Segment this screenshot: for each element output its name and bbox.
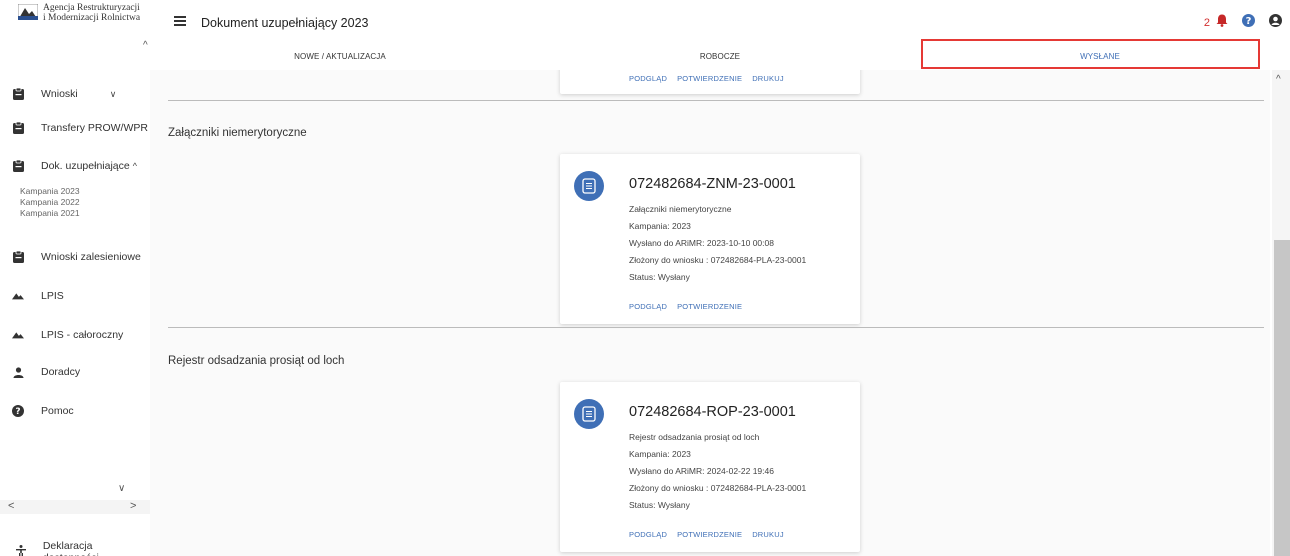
tab-robocze[interactable]: ROBOCZE: [530, 48, 910, 70]
sidebar-item-label: LPIS: [41, 290, 64, 302]
sidebar-sub-item-2021[interactable]: Kampania 2021: [20, 208, 80, 219]
sidebar-item-wnioski-zalesieniowe[interactable]: Wnioski zalesieniowe: [12, 251, 141, 263]
clipboard-icon: [12, 160, 24, 172]
clipboard-icon: [12, 251, 24, 263]
document-card: 072482684-ROP-23-0001 Rejestr odsadzania…: [560, 382, 860, 552]
sidebar-item-label: Wnioski: [41, 88, 78, 100]
sidebar-sub-items: Kampania 2023 Kampania 2022 Kampania 202…: [20, 186, 80, 219]
preview-link[interactable]: PODGLĄD: [629, 74, 667, 83]
sidebar-item-transfery[interactable]: Transfery PROW/WPR: [12, 122, 148, 134]
sidebar-item-label: Pomoc: [41, 405, 74, 417]
print-link[interactable]: DRUKUJ: [752, 530, 784, 539]
section-divider: [168, 100, 1264, 101]
sidebar-item-label: Transfery PROW/WPR: [41, 122, 148, 134]
sidebar-sub-item-2022[interactable]: Kampania 2022: [20, 197, 80, 208]
vertical-scrollbar[interactable]: ^: [1272, 70, 1290, 556]
card-actions: PODGLĄD POTWIERDZENIE DRUKUJ: [629, 74, 794, 83]
card-actions: PODGLĄD POTWIERDZENIE: [629, 302, 752, 311]
sidebar-item-label: LPIS - całoroczny: [41, 329, 124, 341]
card-actions: PODGLĄD POTWIERDZENIE DRUKUJ: [629, 530, 794, 539]
tab-nowe-aktualizacja[interactable]: NOWE / AKTUALIZACJA: [150, 48, 530, 70]
card-attached-to: Złożony do wniosku : 072482684-PLA-23-00…: [629, 483, 807, 493]
card-attached-to: Złożony do wniosku : 072482684-PLA-23-00…: [629, 255, 807, 265]
sidebar-item-label: Deklaracja dostępności: [42, 540, 99, 556]
card-sent-date: Wysłano do ARiMR: 2024-02-22 19:46: [629, 466, 774, 476]
card-campaign: Kampania: 2023: [629, 449, 691, 459]
sidebar-item-label: Wnioski zalesieniowe: [41, 251, 141, 263]
section-title: Załączniki niemerytoryczne: [168, 127, 307, 139]
section-title: Rejestr odsadzania prosiąt od loch: [168, 355, 345, 367]
logo-line-1: Agencja Restrukturyzacji: [43, 3, 140, 13]
sidebar-item-doradcy[interactable]: Doradcy: [12, 366, 80, 378]
logo[interactable]: Agencja Restrukturyzacji i Modernizacji …: [17, 3, 141, 23]
sidebar-item-wnioski[interactable]: Wnioski ∨: [12, 88, 116, 100]
bell-icon[interactable]: [1216, 14, 1228, 32]
sidebar-scroll-down-icon[interactable]: ∨: [118, 483, 125, 494]
confirmation-link[interactable]: POTWIERDZENIE: [677, 74, 742, 83]
sidebar-scroll-up-icon[interactable]: ^: [143, 40, 148, 51]
clipboard-icon: [12, 122, 24, 134]
confirmation-link[interactable]: POTWIERDZENIE: [677, 302, 742, 311]
scroll-right-icon[interactable]: >: [130, 500, 136, 512]
notification-count: 2: [1203, 17, 1210, 29]
help-icon: ?: [12, 405, 24, 417]
clipboard-icon: [12, 88, 24, 100]
accessibility-icon: [16, 544, 28, 556]
document-card: 072482684-ZNM-23-0001 Załączniki niemery…: [560, 154, 860, 324]
svg-text:?: ?: [1246, 16, 1252, 27]
scroll-left-icon[interactable]: <: [8, 500, 14, 512]
card-status: Status: Wysłany: [629, 500, 690, 510]
sidebar: Agencja Restrukturyzacji i Modernizacji …: [0, 0, 150, 556]
card-campaign: Kampania: 2023: [629, 221, 691, 231]
help-icon[interactable]: ?: [1242, 14, 1255, 32]
sidebar-sub-item-2023[interactable]: Kampania 2023: [20, 186, 80, 197]
sidebar-item-dok-uzupelniajace[interactable]: Dok. uzupełniające ^: [12, 160, 137, 172]
person-icon: [12, 366, 24, 378]
sidebar-item-pomoc[interactable]: ? Pomoc: [12, 405, 74, 417]
page-title: Dokument uzupełniający 2023: [201, 16, 369, 30]
document-icon: [574, 171, 604, 201]
sidebar-item-label: Doradcy: [41, 366, 81, 378]
card-sent-date: Wysłano do ARiMR: 2023-10-10 00:08: [629, 238, 774, 248]
logo-line-2: i Modernizacji Rolnictwa: [43, 13, 141, 23]
scrollbar-thumb[interactable]: [1274, 240, 1290, 556]
print-link[interactable]: DRUKUJ: [752, 74, 784, 83]
sidebar-item-deklaracja-dostepnosci[interactable]: Deklaracja dostępności: [16, 540, 150, 556]
tab-highlight-box: [921, 39, 1260, 69]
scroll-up-icon[interactable]: ^: [1276, 74, 1281, 85]
section-divider: [168, 327, 1264, 328]
document-card-partial: PODGLĄD POTWIERDZENIE DRUKUJ: [560, 70, 860, 94]
chevron-up-icon: ^: [132, 161, 137, 171]
sidebar-item-lpis-caloroczny[interactable]: LPIS - całoroczny: [12, 329, 123, 341]
document-icon: [574, 399, 604, 429]
landscape-icon: [12, 290, 24, 302]
sidebar-horizontal-scrollbar[interactable]: < >: [0, 500, 150, 514]
menu-icon[interactable]: [174, 16, 186, 26]
card-status: Status: Wysłany: [629, 272, 690, 282]
svg-text:?: ?: [15, 407, 20, 417]
arimr-logo-icon: [17, 3, 39, 21]
preview-link[interactable]: PODGLĄD: [629, 302, 667, 311]
card-type: Załączniki niemerytoryczne: [629, 204, 732, 214]
confirmation-link[interactable]: POTWIERDZENIE: [677, 530, 742, 539]
main-content: PODGLĄD POTWIERDZENIE DRUKUJ Załączniki ni…: [150, 70, 1270, 556]
preview-link[interactable]: PODGLĄD: [629, 530, 667, 539]
card-title: 072482684-ZNM-23-0001: [629, 176, 796, 192]
account-icon[interactable]: [1269, 14, 1282, 32]
sidebar-item-label: Dok. uzupełniające: [41, 160, 130, 172]
card-title: 072482684-ROP-23-0001: [629, 404, 796, 420]
landscape-icon: [12, 329, 24, 341]
sidebar-item-lpis[interactable]: LPIS: [12, 290, 64, 302]
chevron-down-icon: ∨: [109, 88, 117, 99]
card-type: Rejestr odsadzania prosiąt od loch: [629, 432, 760, 442]
